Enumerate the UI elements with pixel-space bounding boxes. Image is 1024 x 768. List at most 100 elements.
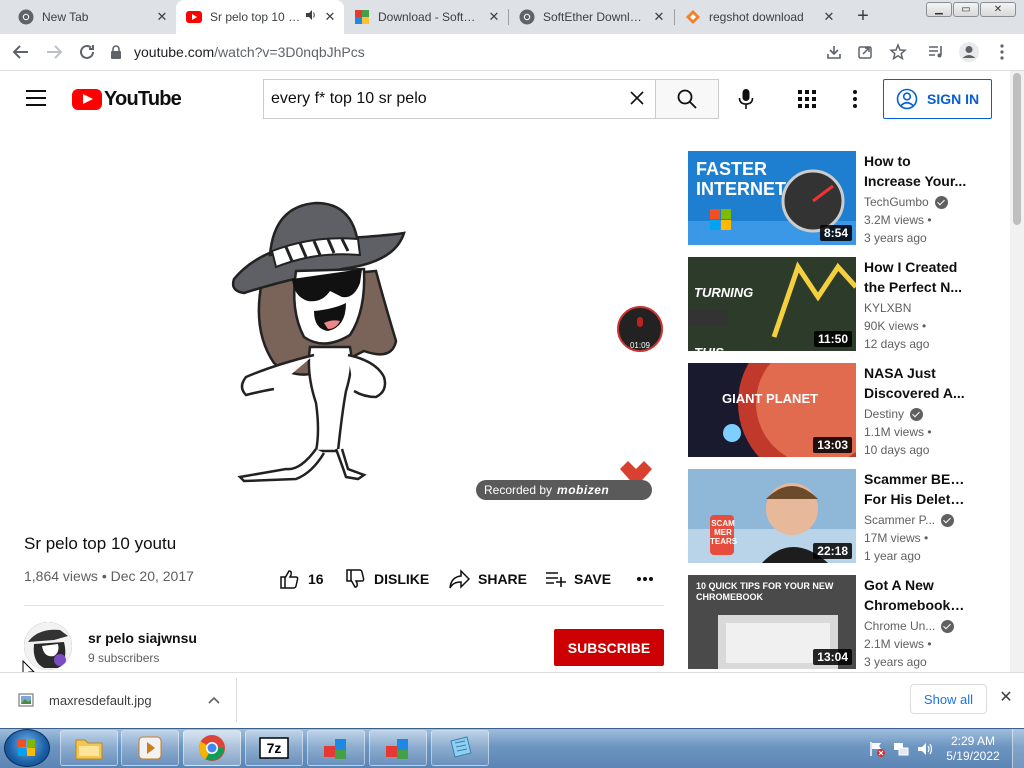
video-thumbnail[interactable]: SCAM MER TEARS 22:18	[688, 469, 856, 563]
speaker-icon[interactable]	[304, 9, 318, 25]
search-input[interactable]: every f* top 10 sr pelo	[263, 79, 656, 119]
action-center-flag-icon[interactable]	[868, 740, 886, 758]
more-actions-button[interactable]	[636, 568, 654, 590]
scrollbar-thumb[interactable]	[1013, 73, 1021, 225]
profile-icon[interactable]	[958, 41, 980, 63]
subscribe-button[interactable]: SUBSCRIBE	[554, 629, 664, 666]
share-arrow-icon	[449, 569, 470, 589]
url-path: /watch?v=3D0nqbJhPcs	[214, 44, 365, 60]
notepad-icon	[450, 736, 472, 758]
share-button[interactable]: SHARE	[448, 568, 527, 590]
address-bar[interactable]: youtube.com/watch?v=3D0nqbJhPcs	[108, 38, 808, 66]
recommended-channel[interactable]: Chrome Un...	[864, 619, 955, 633]
sign-in-label: SIGN IN	[927, 91, 980, 107]
minimize-button[interactable]: ▁	[926, 2, 952, 17]
recommended-video[interactable]: SCAM MER TEARS 22:18 Scammer BEGS For His…	[688, 469, 1008, 563]
taskbar-clock[interactable]: 2:29 AM 5/19/2022	[944, 734, 1002, 764]
close-window-button[interactable]: ✕	[980, 2, 1016, 17]
video-thumbnail[interactable]: TURNING THIS... ...INTO THIS 11:50	[688, 257, 856, 351]
recommended-title[interactable]: How to Increase Your...	[864, 151, 968, 191]
recommended-channel[interactable]: Destiny	[864, 407, 924, 421]
tab-close-icon[interactable]: ✕	[154, 9, 170, 25]
maximize-button[interactable]: ▭	[953, 2, 979, 17]
network-icon[interactable]	[892, 740, 910, 758]
video-thumbnail[interactable]: FASTER INTERNET 8:54	[688, 151, 856, 245]
recommended-title[interactable]: How I Created the Perfect N...	[864, 257, 968, 297]
tab-youtube-active[interactable]: Sr pelo top 10 youtu ✕	[176, 0, 344, 34]
tab-close-icon[interactable]: ✕	[651, 9, 667, 25]
video-thumbnail[interactable]: 10 QUICK TIPS FOR YOUR NEW CHROMEBOOK 13…	[688, 575, 856, 669]
apps-grid-icon[interactable]	[797, 89, 817, 109]
page-scrollbar[interactable]	[1010, 71, 1024, 672]
tab-close-icon[interactable]: ✕	[821, 9, 837, 25]
title-line: How to	[864, 153, 911, 169]
chrome-menu-icon[interactable]	[991, 41, 1013, 63]
taskbar-explorer[interactable]	[60, 730, 118, 766]
thumbnail-text: FASTER INTERNET	[696, 159, 786, 199]
tab-regshot[interactable]: regshot download ✕	[675, 0, 843, 34]
tab-softether-center[interactable]: SoftEther Download Center ✕	[509, 0, 673, 34]
thumbnail-text: GIANT PLANET	[722, 391, 819, 406]
record-mic-icon	[637, 317, 643, 327]
recommended-channel[interactable]: Scammer P...	[864, 513, 955, 527]
show-all-downloads-button[interactable]: Show all	[910, 684, 987, 714]
sign-in-button[interactable]: SIGN IN	[883, 79, 992, 119]
taskbar-chrome[interactable]	[183, 730, 241, 766]
recommended-views: 1.1M views •	[864, 425, 932, 439]
show-desktop-button[interactable]	[1012, 729, 1024, 768]
clock-time: 2:29 AM	[950, 734, 996, 748]
install-app-icon[interactable]	[823, 41, 845, 63]
share-page-icon[interactable]	[854, 41, 876, 63]
dislike-button[interactable]: DISLIKE	[344, 568, 429, 590]
recommended-channel[interactable]: TechGumbo	[864, 195, 948, 209]
close-downloads-icon[interactable]: ✕	[998, 690, 1014, 706]
volume-icon[interactable]	[916, 740, 934, 758]
channel-name[interactable]: sr pelo siajwnsu	[88, 630, 197, 646]
search-button[interactable]	[655, 79, 719, 119]
reload-icon[interactable]	[76, 41, 98, 63]
taskbar-softether-manager[interactable]	[307, 730, 365, 766]
taskbar-softether-client[interactable]	[369, 730, 427, 766]
recommended-video[interactable]: FASTER INTERNET 8:54 How to Increase Your…	[688, 151, 1008, 245]
channel-label: Scammer P...	[864, 513, 936, 527]
hamburger-menu-icon[interactable]	[26, 90, 46, 106]
video-thumbnail[interactable]: GIANT PLANET 13:03	[688, 363, 856, 457]
recommended-title[interactable]: Got A New Chromebook?...	[864, 575, 968, 615]
bookmark-star-icon[interactable]	[887, 41, 909, 63]
title-line: For His Delete...	[864, 491, 968, 507]
tab-close-icon[interactable]: ✕	[322, 9, 338, 25]
recommended-title[interactable]: Scammer BEGS For His Delete...	[864, 469, 968, 509]
recording-indicator[interactable]: 01:09	[617, 306, 663, 352]
new-tab-button[interactable]: +	[852, 6, 874, 27]
upload-date: Dec 20, 2017	[110, 568, 194, 584]
account-circle-icon	[896, 88, 918, 110]
recommended-video[interactable]: TURNING THIS... ...INTO THIS 11:50 How I…	[688, 257, 1008, 351]
tab-new-tab[interactable]: New Tab ✕	[8, 0, 176, 34]
taskbar-notepad[interactable]	[431, 730, 489, 766]
recommended-video[interactable]: 10 QUICK TIPS FOR YOUR NEW CHROMEBOOK 13…	[688, 575, 1008, 669]
save-button[interactable]: SAVE	[544, 568, 611, 590]
microphone-icon[interactable]	[735, 88, 757, 110]
video-duration: 22:18	[813, 543, 852, 559]
chevron-up-icon[interactable]	[208, 696, 220, 704]
tab-close-icon[interactable]: ✕	[486, 9, 502, 25]
youtube-logo[interactable]: YouTube	[72, 88, 182, 111]
forward-icon[interactable]	[43, 41, 65, 63]
settings-more-icon[interactable]	[850, 89, 860, 109]
taskbar-7zip[interactable]: 7z	[245, 730, 303, 766]
save-label: SAVE	[574, 571, 612, 587]
tab-softether-download[interactable]: Download - SoftEther VPN ✕	[344, 0, 508, 34]
lock-icon[interactable]	[108, 44, 124, 60]
start-button[interactable]	[4, 729, 50, 767]
recommended-video[interactable]: GIANT PLANET 13:03 NASA Just Discovered A…	[688, 363, 1008, 457]
video-player[interactable]	[24, 151, 664, 512]
recommended-channel[interactable]: KYLXBN	[864, 301, 911, 315]
chrome-icon	[519, 9, 535, 25]
like-button[interactable]: 16	[278, 568, 324, 590]
download-item[interactable]: maxresdefault.jpg	[18, 688, 220, 712]
back-icon[interactable]	[10, 41, 32, 63]
recommended-title[interactable]: NASA Just Discovered A...	[864, 363, 968, 403]
media-control-icon[interactable]	[925, 41, 947, 63]
search-icon	[677, 89, 697, 109]
taskbar-media-player[interactable]	[121, 730, 179, 766]
